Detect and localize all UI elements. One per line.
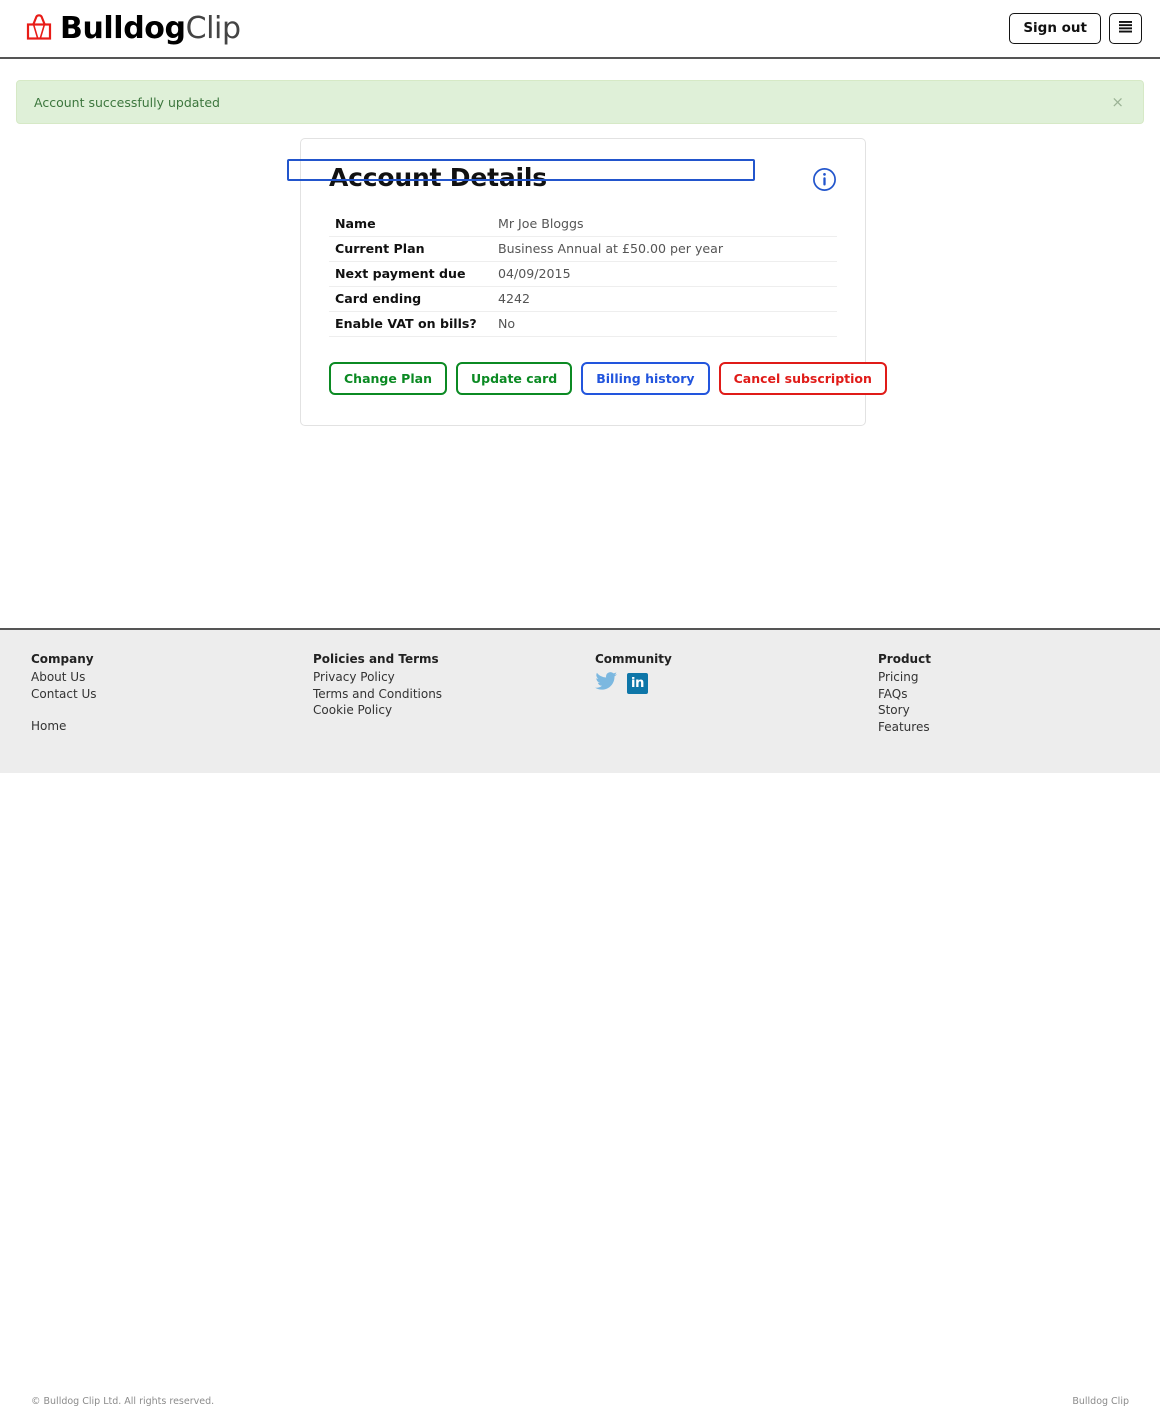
brand-name-light: Clip [185, 10, 241, 46]
table-row: Card ending 4242 [329, 286, 837, 312]
detail-value: 04/09/2015 [498, 261, 837, 287]
copyright-text: © Bulldog Clip Ltd. All rights reserved. [31, 1396, 215, 1407]
detail-label: Card ending [329, 286, 498, 312]
info-circle-icon[interactable] [812, 167, 837, 196]
footer-heading: Community [595, 652, 672, 666]
twitter-icon [595, 672, 618, 695]
footer-heading: Policies and Terms [313, 652, 439, 666]
brand-wordmark: BulldogClip [60, 10, 241, 46]
card-actions: Change Plan Update card Billing history … [329, 362, 887, 395]
detail-label: Next payment due [329, 261, 498, 287]
footer-link-story[interactable]: Story [878, 702, 1160, 719]
linkedin-icon: in [627, 673, 648, 695]
linkedin-link[interactable]: in [627, 673, 648, 695]
header-actions: Sign out [1009, 12, 1142, 45]
footer-link-features[interactable]: Features [878, 719, 1160, 736]
detail-value: No [498, 311, 837, 337]
cancel-subscription-button[interactable]: Cancel subscription [718, 362, 887, 395]
alert-message: Account successfully updated [34, 94, 220, 110]
footer-link-home[interactable]: Home [31, 718, 313, 735]
footer-column-company: Company About Us Contact Us Home [31, 652, 313, 735]
hamburger-menu-icon [1118, 20, 1133, 36]
footer-link-privacy-policy[interactable]: Privacy Policy [313, 669, 595, 686]
footer-link-faqs[interactable]: FAQs [878, 686, 1160, 703]
detail-label: Current Plan [329, 236, 498, 262]
social-links: in [595, 671, 878, 697]
detail-value: Mr Joe Bloggs [498, 212, 837, 237]
footer-column-community: Community in [595, 652, 878, 735]
binder-clip-icon [22, 10, 56, 48]
twitter-link[interactable] [595, 671, 618, 697]
footer-link-contact-us[interactable]: Contact Us [31, 686, 313, 703]
footer-legal-right: Bulldog Clip [1072, 1396, 1129, 1407]
account-details-table: Name Mr Joe Bloggs Current Plan Business… [329, 212, 837, 337]
change-plan-button[interactable]: Change Plan [329, 362, 447, 395]
success-alert: Account successfully updated × [16, 80, 1144, 124]
footer-heading: Company [31, 652, 94, 666]
footer-columns: Company About Us Contact Us Home Policie… [0, 630, 1160, 735]
footer-link-pricing[interactable]: Pricing [878, 669, 1160, 686]
site-header: BulldogClip Sign out [0, 0, 1160, 59]
brand-logo-link[interactable]: BulldogClip [22, 10, 241, 48]
footer-heading: Product [877, 652, 931, 666]
footer-link-cookie-policy[interactable]: Cookie Policy [313, 702, 595, 719]
table-row: Current Plan Business Annual at £50.00 p… [329, 236, 837, 262]
table-row: Name Mr Joe Bloggs [329, 212, 837, 237]
alert-close-icon[interactable]: × [1107, 93, 1128, 112]
table-row: Next payment due 04/09/2015 [329, 261, 837, 287]
site-footer: Company About Us Contact Us Home Policie… [0, 628, 1160, 1407]
footer-link-about-us[interactable]: About Us [31, 669, 313, 686]
footer-link-terms-and-conditions[interactable]: Terms and Conditions [313, 686, 595, 703]
page-title: Account Details [329, 163, 547, 192]
footer-legal: © Bulldog Clip Ltd. All rights reserved.… [0, 1396, 1160, 1407]
detail-value: 4242 [498, 286, 837, 312]
footer-column-product: Product Pricing FAQs Story Features [878, 652, 1160, 735]
detail-value: Business Annual at £50.00 per year [498, 236, 837, 262]
billing-history-button[interactable]: Billing history [581, 362, 710, 395]
menu-button[interactable] [1109, 12, 1142, 44]
detail-label: Enable VAT on bills? [329, 311, 498, 337]
brand-name-bold: Bulldog [60, 10, 186, 46]
table-row: Enable VAT on bills? No [329, 311, 837, 337]
sign-out-button[interactable]: Sign out [1009, 12, 1101, 45]
account-details-card: Account Details Name Mr Joe Bloggs Curre… [287, 138, 887, 426]
detail-label: Name [329, 212, 498, 237]
card-header: Account Details [329, 163, 837, 196]
footer-column-policies: Policies and Terms Privacy Policy Terms … [313, 652, 595, 735]
update-card-button[interactable]: Update card [455, 362, 573, 395]
